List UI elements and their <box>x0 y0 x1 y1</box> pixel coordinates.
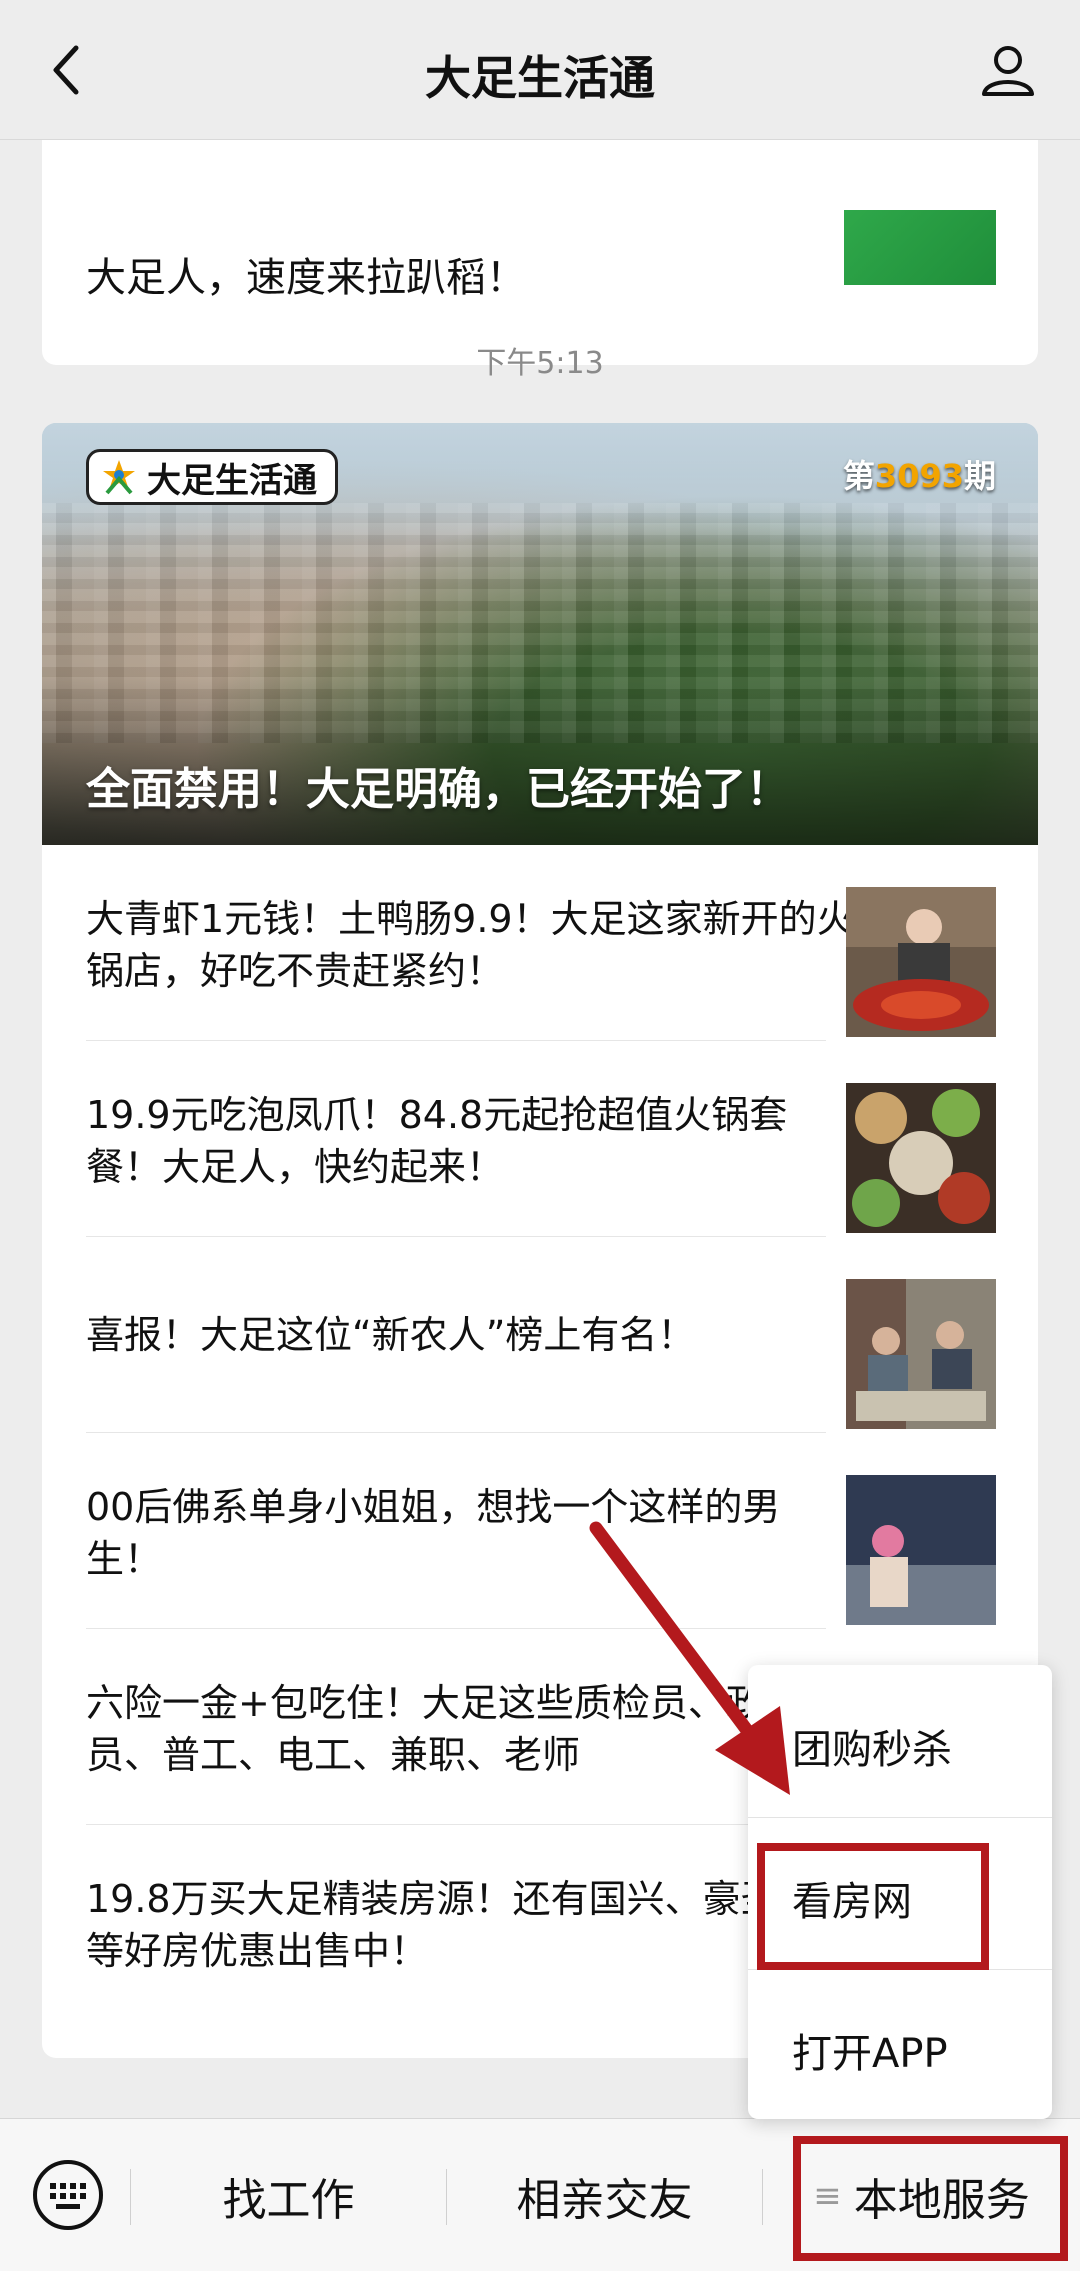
profile-icon <box>982 46 1034 96</box>
issue-number-badge: 第3093期 <box>843 451 996 497</box>
previous-article-thumbnail <box>844 210 996 285</box>
brand-mark-icon <box>103 460 135 495</box>
menu-item-open-app[interactable]: 打开APP <box>748 1969 1052 2119</box>
article-title: 大青虾1元钱！土鸭肠9.9！大足这家新开的火锅店，好吃不贵赶紧约！ <box>86 897 855 993</box>
hero-article-title: 全面禁用！大足明确，已经开始了！ <box>86 764 790 815</box>
hotpot-thumbnail <box>846 887 996 1037</box>
find-job-label: 找工作 <box>222 2174 355 2226</box>
keyboard-icon <box>33 2160 103 2230</box>
menu-item-group-buy[interactable]: 团购秒杀 <box>748 1665 1052 1815</box>
farmer-thumbnail <box>846 1279 996 1429</box>
menu-item-label: 打开APP <box>792 2031 948 2077</box>
article-title: 喜报！大足这位“新农人”榜上有名！ <box>86 1313 696 1357</box>
issue-prefix: 第 <box>842 457 875 495</box>
find-job-button[interactable]: 找工作 <box>131 2119 446 2271</box>
chat-header: 大足生活通 <box>0 0 1080 140</box>
issue-number: 3093 <box>874 457 964 495</box>
girl-thumbnail <box>846 1475 996 1625</box>
annotation-highlight-local-service <box>793 2136 1068 2261</box>
dating-button[interactable]: 相亲交友 <box>447 2119 762 2271</box>
chat-title: 大足生活通 <box>425 51 655 105</box>
previous-article-card[interactable]: 大足人，速度来拉趴稻！ <box>42 140 1038 365</box>
dating-label: 相亲交友 <box>516 2174 693 2226</box>
article-title: 00后佛系单身小姐姐，想找一个这样的男生！ <box>86 1485 781 1581</box>
previous-article-text: 大足人，速度来拉趴稻！ <box>86 255 526 301</box>
brand-logo-text: 大足生活通 <box>147 460 317 501</box>
hero-article[interactable]: 大足生活通 第3093期 全面禁用！大足明确，已经开始了！ <box>42 423 1038 845</box>
food-spread-thumbnail <box>846 1083 996 1233</box>
profile-button[interactable] <box>976 38 1040 102</box>
article-title: 六险一金+包吃住！大足这些质检员、政专员、普工、电工、兼职、老师 <box>86 1681 802 1777</box>
message-timestamp: 下午5:13 <box>476 346 604 381</box>
brand-logo: 大足生活通 <box>86 449 338 505</box>
article-item[interactable]: 00后佛系单身小姐姐，想找一个这样的男生！ <box>42 1433 1038 1629</box>
article-item[interactable]: 大青虾1元钱！土鸭肠9.9！大足这家新开的火锅店，好吃不贵赶紧约！ <box>42 845 1038 1041</box>
keyboard-toggle-button[interactable] <box>30 2157 106 2233</box>
article-item[interactable]: 喜报！大足这位“新农人”榜上有名！ <box>42 1237 1038 1433</box>
article-title: 19.9元吃泡凤爪！84.8元起抢超值火锅套餐！大足人，快约起来！ <box>86 1093 788 1189</box>
article-item[interactable]: 19.9元吃泡凤爪！84.8元起抢超值火锅套餐！大足人，快约起来！ <box>42 1041 1038 1237</box>
annotation-highlight-house-viewing <box>757 1843 989 1970</box>
article-title: 19.8万买大足精装房源！还有国兴、豪圣玺府等好房优惠出售中！ <box>86 1877 855 1973</box>
issue-suffix: 期 <box>963 457 996 495</box>
menu-item-label: 团购秒杀 <box>792 1727 952 1773</box>
